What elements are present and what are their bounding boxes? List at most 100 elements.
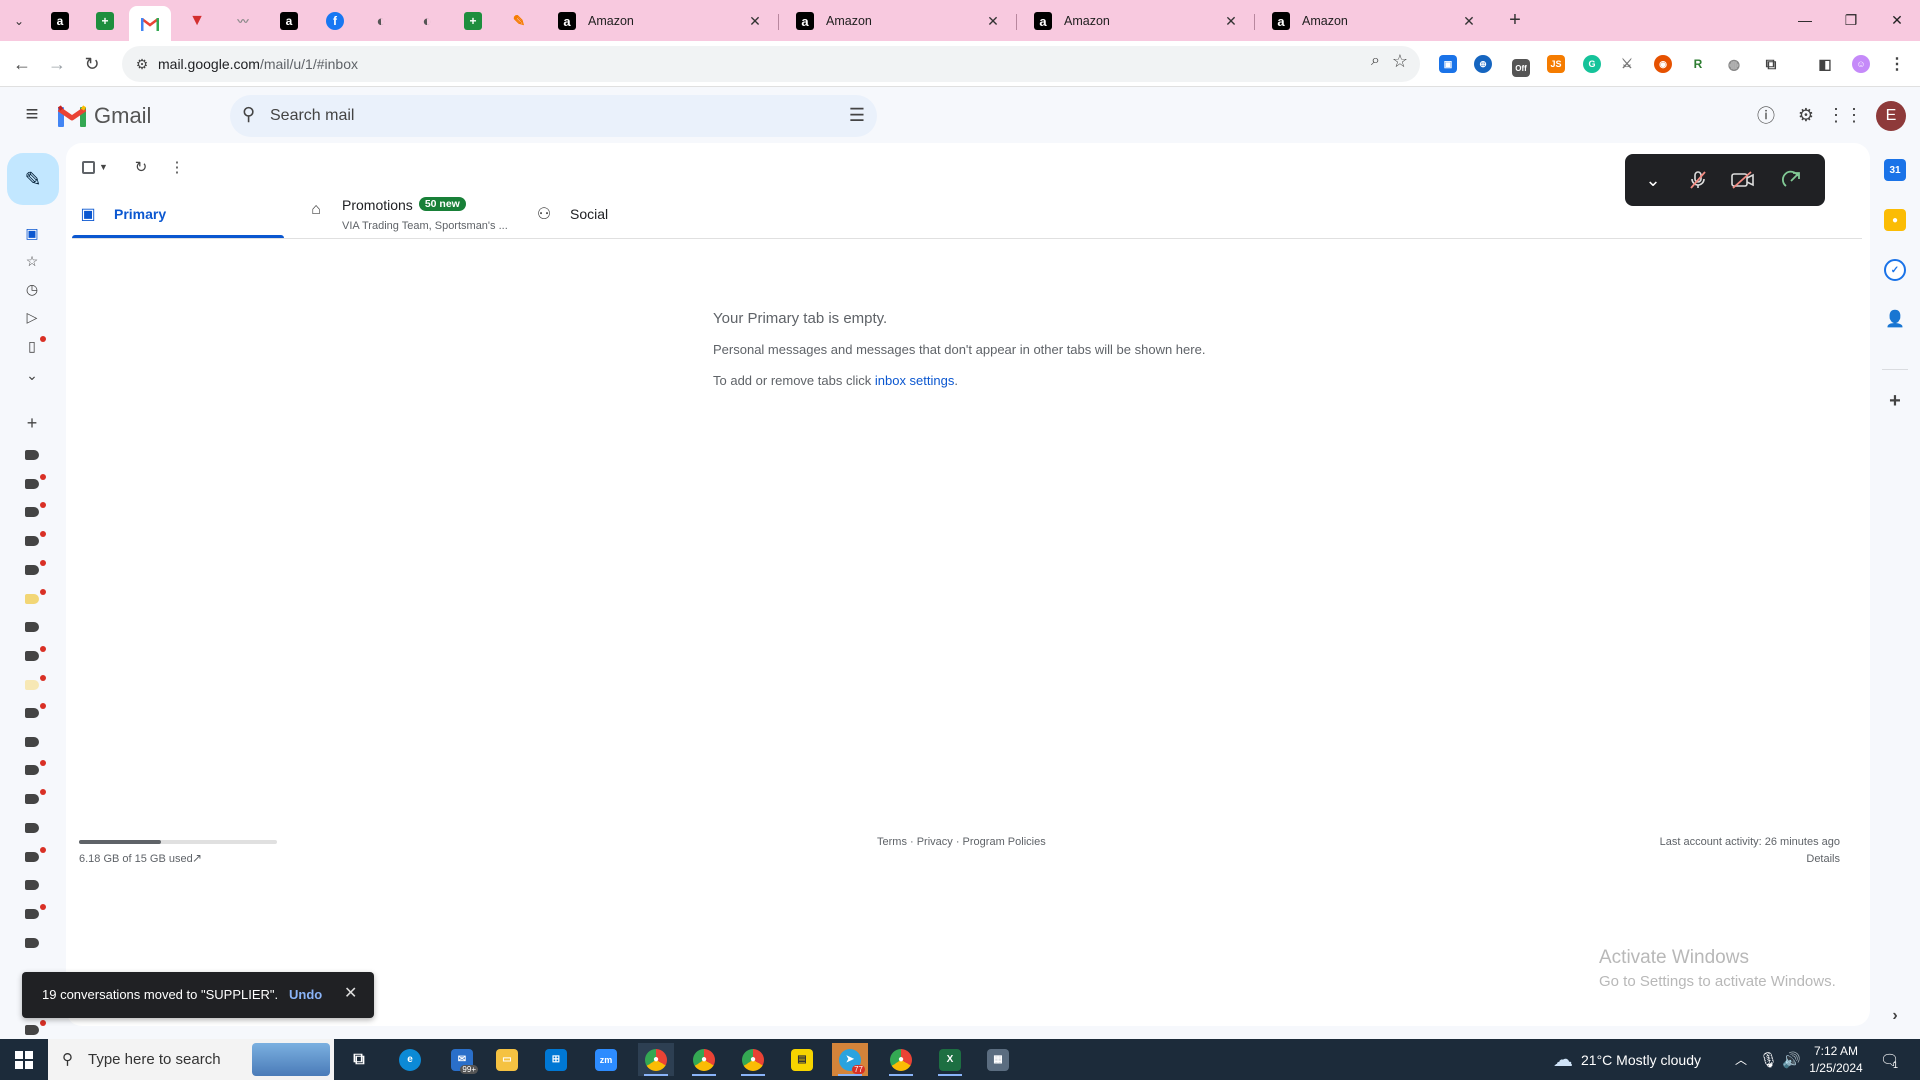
label-tag-icon[interactable] bbox=[25, 507, 39, 517]
label-tag-icon[interactable] bbox=[25, 594, 39, 604]
taskbar-search[interactable]: ⚲ Type here to search bbox=[48, 1039, 334, 1080]
close-tab-icon[interactable]: ✕ bbox=[984, 13, 1002, 30]
account-avatar[interactable]: E bbox=[1876, 101, 1906, 131]
calendar-icon[interactable]: 31 bbox=[1884, 159, 1906, 181]
extension-icon[interactable]: ⚔ bbox=[1618, 55, 1636, 73]
telegram-icon[interactable]: ➤ 77 bbox=[832, 1043, 868, 1076]
edge-icon[interactable]: e bbox=[392, 1043, 428, 1076]
close-tab-icon[interactable]: ✕ bbox=[1460, 13, 1478, 30]
compose-button[interactable]: ✎ bbox=[7, 153, 59, 205]
collapse-chevron-icon[interactable]: ⌄ bbox=[1639, 166, 1667, 194]
create-label-plus-icon[interactable]: + bbox=[20, 412, 44, 434]
extension-icon[interactable]: ◍ bbox=[1725, 55, 1743, 73]
label-tag-icon[interactable] bbox=[25, 1025, 39, 1035]
help-icon[interactable]: ⓘ bbox=[1752, 101, 1780, 129]
notification-center-icon[interactable]: 🗨 1 bbox=[1880, 1039, 1899, 1080]
show-side-panel-chevron-icon[interactable]: › bbox=[1884, 1005, 1906, 1027]
forward-button[interactable]: → bbox=[41, 48, 73, 80]
settings-gear-icon[interactable]: ⚙ bbox=[1792, 101, 1820, 129]
extensions-puzzle-icon[interactable]: ⧉ bbox=[1762, 55, 1780, 73]
label-tag-icon[interactable] bbox=[25, 708, 39, 718]
tab-primary[interactable]: ▣ Primary bbox=[78, 189, 166, 239]
contacts-icon[interactable]: 👤 bbox=[1884, 308, 1906, 330]
grammarly-icon[interactable]: G bbox=[1583, 55, 1601, 73]
label-tag-icon[interactable] bbox=[25, 450, 39, 460]
label-tag-icon[interactable] bbox=[25, 880, 39, 890]
close-window-button[interactable]: ✕ bbox=[1874, 0, 1920, 40]
more-chevron-icon[interactable]: ⌄ bbox=[20, 364, 44, 386]
reload-button[interactable]: ↻ bbox=[76, 48, 108, 80]
label-tag-icon[interactable] bbox=[25, 794, 39, 804]
volume-icon[interactable]: 🔊 bbox=[1782, 1039, 1801, 1080]
pinned-tab-signature[interactable]: 〰 bbox=[222, 6, 264, 36]
tab-search-chevron-icon[interactable]: ⌄ bbox=[7, 9, 31, 33]
back-button[interactable]: ← bbox=[6, 48, 38, 80]
tab-social[interactable]: ⚇ Social bbox=[534, 189, 608, 239]
zoom-icon[interactable]: ⌕ bbox=[1371, 52, 1380, 70]
file-explorer-icon[interactable]: ▭ bbox=[489, 1043, 525, 1076]
search-input[interactable] bbox=[270, 95, 810, 137]
call-status-icon[interactable] bbox=[1778, 166, 1806, 194]
pinned-tab-red[interactable]: ▼ bbox=[176, 6, 218, 36]
mic-off-icon[interactable] bbox=[1684, 166, 1712, 194]
tasks-icon[interactable]: ✓ bbox=[1884, 259, 1906, 281]
show-hidden-icons-chevron[interactable]: ︿ bbox=[1735, 1039, 1747, 1080]
footer-links[interactable]: Terms · Privacy · Program Policies bbox=[877, 836, 1046, 848]
camera-off-icon[interactable] bbox=[1729, 166, 1757, 194]
label-tag-icon[interactable] bbox=[25, 909, 39, 919]
pinned-tab-sheets-2[interactable]: + bbox=[452, 6, 494, 36]
label-tag-icon[interactable] bbox=[25, 565, 39, 575]
extension-icon[interactable]: ▣ bbox=[1439, 55, 1457, 73]
select-all-checkbox[interactable]: ▼ bbox=[78, 155, 112, 179]
weather-widget[interactable]: ☁ 21°C Mostly cloudy bbox=[1553, 1039, 1701, 1080]
label-tag-icon[interactable] bbox=[25, 823, 39, 833]
pinned-tab-gmail[interactable] bbox=[129, 6, 171, 41]
browser-tab[interactable]: a Amazon ✕ bbox=[1258, 6, 1488, 36]
store-icon[interactable]: ⊞ bbox=[538, 1043, 574, 1076]
close-icon[interactable]: ✕ bbox=[344, 983, 357, 1003]
undo-button[interactable]: Undo bbox=[289, 987, 322, 1002]
clock[interactable]: 7:12 AM 1/25/2024 bbox=[1808, 1039, 1864, 1080]
open-in-new-icon[interactable]: ↗ bbox=[192, 851, 202, 865]
label-tag-icon[interactable] bbox=[25, 536, 39, 546]
search-bar[interactable]: ⚲ ☰ bbox=[230, 95, 877, 137]
side-panel-icon[interactable]: ◧ bbox=[1816, 55, 1834, 73]
label-tag-icon[interactable] bbox=[25, 622, 39, 632]
pinned-tab-amazon-2[interactable]: a bbox=[268, 6, 310, 36]
zoom-app-icon[interactable]: zm bbox=[588, 1043, 624, 1076]
chrome-profile-icon[interactable]: ● bbox=[883, 1043, 919, 1076]
chrome-icon[interactable]: ● bbox=[638, 1043, 674, 1076]
more-options-icon[interactable]: ⋮ bbox=[165, 155, 189, 179]
label-tag-icon[interactable] bbox=[25, 938, 39, 948]
starred-icon[interactable]: ☆ bbox=[20, 250, 44, 272]
chrome-menu-icon[interactable]: ⋮ bbox=[1888, 55, 1906, 73]
excel-icon[interactable]: X bbox=[932, 1043, 968, 1076]
task-view-icon[interactable]: ⧉ bbox=[341, 1043, 377, 1076]
extension-icon[interactable]: R bbox=[1689, 55, 1707, 73]
label-tag-icon[interactable] bbox=[25, 737, 39, 747]
label-tag-icon[interactable] bbox=[25, 680, 39, 690]
chrome-profile-icon[interactable]: ● bbox=[735, 1043, 771, 1076]
new-tab-button[interactable]: + bbox=[1502, 8, 1528, 34]
profile-icon[interactable]: ☺ bbox=[1852, 55, 1870, 73]
label-tag-icon[interactable] bbox=[25, 765, 39, 775]
inbox-settings-link[interactable]: inbox settings bbox=[875, 373, 955, 388]
refresh-icon[interactable]: ↻ bbox=[129, 155, 153, 179]
sticky-notes-icon[interactable]: ▤ bbox=[784, 1043, 820, 1076]
browser-tab[interactable]: a Amazon ✕ bbox=[782, 6, 1012, 36]
search-icon[interactable]: ⚲ bbox=[242, 104, 255, 125]
keep-icon[interactable]: ● bbox=[1884, 209, 1906, 231]
close-tab-icon[interactable]: ✕ bbox=[1222, 13, 1240, 30]
calculator-icon[interactable]: ▦ bbox=[980, 1043, 1016, 1076]
restore-button[interactable]: ❐ bbox=[1828, 0, 1874, 40]
microphone-icon[interactable]: 🎙 bbox=[1759, 1039, 1778, 1080]
snoozed-clock-icon[interactable]: ◷ bbox=[20, 278, 44, 300]
pinned-tab-globe-1[interactable]: ◐ bbox=[360, 6, 402, 36]
gmail-logo[interactable]: Gmail bbox=[57, 103, 151, 129]
search-options-icon[interactable]: ☰ bbox=[849, 105, 865, 126]
details-link[interactable]: Details bbox=[1806, 853, 1840, 865]
browser-tab[interactable]: a Amazon ✕ bbox=[544, 6, 774, 36]
address-bar[interactable]: ⚙ mail.google.com/mail/u/1/#inbox ⌕ ☆ bbox=[122, 46, 1420, 82]
chrome-profile-icon[interactable]: ● bbox=[686, 1043, 722, 1076]
extension-off-icon[interactable]: Off bbox=[1512, 59, 1530, 77]
